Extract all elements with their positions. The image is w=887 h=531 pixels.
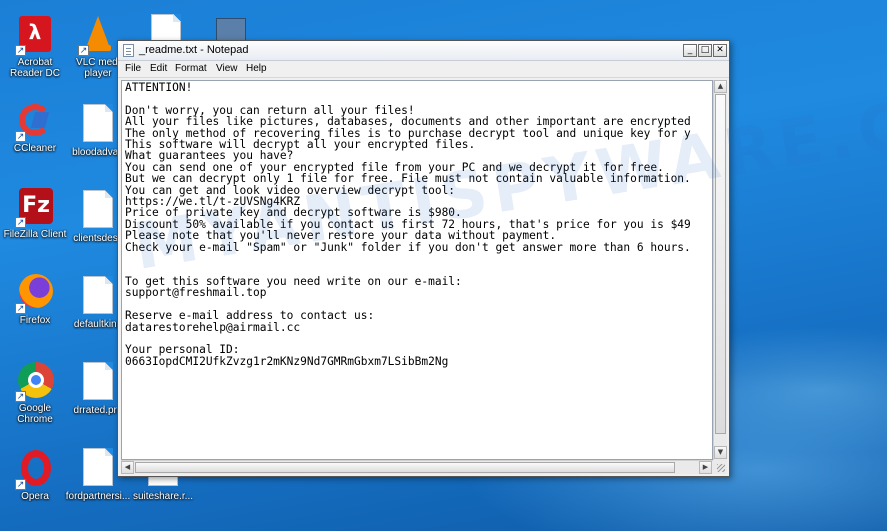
text-line: Check your e-mail "Spam" or "Junk" folde… bbox=[125, 240, 691, 254]
text-line: ATTENTION! bbox=[125, 81, 193, 94]
scroll-down-icon[interactable]: ▼ bbox=[714, 446, 727, 459]
vertical-scrollbar[interactable]: ▲ ▼ bbox=[713, 80, 727, 460]
text-line: Please note that you'll never restore yo… bbox=[125, 229, 557, 243]
desktop-icon-acrobat[interactable]: λ ↗ Acrobat Reader DC bbox=[0, 14, 70, 79]
text-line: But we can decrypt only 1 file for free.… bbox=[125, 172, 691, 186]
desktop-icon-ccleaner[interactable]: ↗ CCleaner bbox=[0, 100, 70, 154]
vlc-icon: ↗ bbox=[78, 14, 118, 56]
menu-format[interactable]: Format bbox=[175, 63, 207, 74]
text-editor[interactable]: ATTENTION! Don't worry, you can return a… bbox=[121, 80, 713, 460]
notepad-icon bbox=[123, 44, 134, 57]
notepad-window: _readme.txt - Notepad _ □ ✕ File Edit Fo… bbox=[117, 40, 730, 477]
horizontal-scrollbar[interactable]: ◀ ▶ bbox=[121, 460, 713, 474]
desktop-icon-label: Firefox bbox=[19, 315, 51, 326]
desktop-icon-label: fordpartnersi... bbox=[65, 491, 131, 502]
file-icon bbox=[78, 448, 118, 488]
menu-bar: File Edit Format View Help bbox=[118, 61, 729, 78]
desktop-icon-filezilla[interactable]: Fz ↗ FileZilla Client bbox=[0, 186, 70, 240]
ccleaner-icon: ↗ bbox=[15, 100, 55, 142]
desktop-icon-chrome[interactable]: ↗ Google Chrome bbox=[0, 360, 70, 425]
menu-edit[interactable]: Edit bbox=[150, 63, 167, 74]
file-icon bbox=[78, 362, 118, 402]
window-title: _readme.txt - Notepad bbox=[139, 44, 249, 56]
resize-grip-icon[interactable] bbox=[713, 460, 727, 474]
desktop-icon-label: FileZilla Client bbox=[3, 229, 67, 240]
desktop-icon-label: Opera bbox=[21, 491, 49, 502]
menu-file[interactable]: File bbox=[125, 63, 141, 74]
horizontal-scroll-thumb[interactable] bbox=[135, 462, 675, 473]
scroll-left-icon[interactable]: ◀ bbox=[121, 461, 134, 474]
document-text: ATTENTION! Don't worry, you can return a… bbox=[125, 81, 712, 368]
text-line: Reserve e-mail address to contact us: bbox=[125, 309, 375, 323]
text-line bbox=[125, 253, 712, 264]
title-bar[interactable]: _readme.txt - Notepad _ □ ✕ bbox=[118, 41, 729, 61]
text-line: All your files like pictures, databases,… bbox=[125, 115, 691, 129]
close-button[interactable]: ✕ bbox=[713, 44, 727, 57]
minimize-button[interactable]: _ bbox=[683, 44, 697, 57]
text-line: support@freshmail.top bbox=[125, 286, 267, 300]
filezilla-icon: Fz ↗ bbox=[15, 186, 55, 228]
file-icon bbox=[78, 276, 118, 316]
file-icon bbox=[78, 190, 118, 230]
desktop-icon-firefox[interactable]: ↗ Firefox bbox=[0, 272, 70, 326]
menu-help[interactable]: Help bbox=[246, 63, 267, 74]
desktop-icon-opera[interactable]: ↗ Opera bbox=[0, 448, 70, 502]
opera-icon: ↗ bbox=[15, 448, 55, 490]
file-icon bbox=[78, 104, 118, 144]
chrome-icon: ↗ bbox=[15, 360, 55, 402]
text-line: datarestorehelp@airmail.cc bbox=[125, 320, 301, 334]
vertical-scroll-thumb[interactable] bbox=[715, 94, 726, 434]
firefox-icon: ↗ bbox=[15, 272, 55, 314]
desktop-icon-label: suiteshare.r... bbox=[132, 491, 194, 502]
desktop-icon-label: Acrobat Reader DC bbox=[9, 57, 61, 79]
scroll-right-icon[interactable]: ▶ bbox=[699, 461, 712, 474]
text-line: 0663IopdCMI2UfkZvzg1r2mKNz9Nd7GMRmGbxm7L… bbox=[125, 354, 449, 368]
desktop-icon-label: CCleaner bbox=[13, 143, 57, 154]
acrobat-icon: λ ↗ bbox=[15, 14, 55, 56]
scroll-up-icon[interactable]: ▲ bbox=[714, 80, 727, 93]
desktop-icon-label: Google Chrome bbox=[17, 403, 53, 425]
maximize-button[interactable]: □ bbox=[698, 44, 712, 57]
menu-view[interactable]: View bbox=[216, 63, 238, 74]
